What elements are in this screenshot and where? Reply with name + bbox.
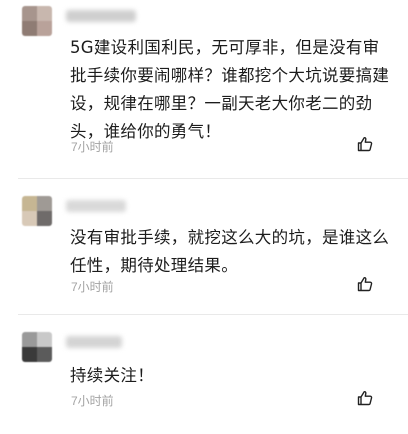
comment-text: 持续关注！ xyxy=(70,366,154,385)
comment-time: 7小时前 xyxy=(71,140,114,154)
username[interactable] xyxy=(66,336,122,348)
username[interactable] xyxy=(66,10,136,22)
comment-item: 持续关注！ 7小时前 xyxy=(0,322,408,434)
comment-time: 7小时前 xyxy=(71,280,114,294)
thumbs-up-icon[interactable] xyxy=(357,390,373,406)
avatar[interactable] xyxy=(22,196,52,226)
username[interactable] xyxy=(66,200,126,212)
comment-item: 5G建设利国利民，无可厚非，但是没有审 批手续你要闹哪样？谁都挖个大坑说要搞建 … xyxy=(0,0,408,172)
thumbs-up-icon[interactable] xyxy=(357,276,373,292)
thumbs-up-icon[interactable] xyxy=(357,136,373,152)
comment-time: 7小时前 xyxy=(71,394,114,408)
comment-item: 没有审批手续，就挖这么大的坑，是谁这么 任性，期待处理结果。 7小时前 xyxy=(0,188,408,308)
comment-text: 5G建设利国利民，无可厚非，但是没有审 批手续你要闹哪样？谁都挖个大坑说要搞建 … xyxy=(70,38,390,141)
avatar[interactable] xyxy=(22,6,52,36)
comment-text: 没有审批手续，就挖这么大的坑，是谁这么 任性，期待处理结果。 xyxy=(70,228,390,275)
avatar[interactable] xyxy=(22,332,52,362)
divider xyxy=(18,314,408,315)
divider xyxy=(18,178,408,179)
